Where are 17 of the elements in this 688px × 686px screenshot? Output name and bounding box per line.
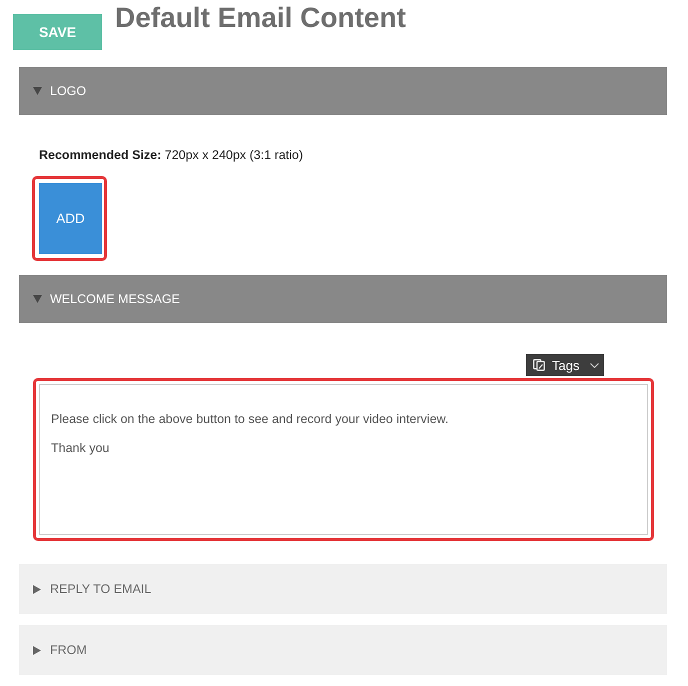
message-editor[interactable]: Please click on the above button to see and record your video interview. Thank you bbox=[39, 384, 648, 535]
caret-right-icon bbox=[33, 584, 41, 594]
section-header[interactable]: REPLY TO EMAIL bbox=[19, 564, 667, 614]
size-note: Recommended Size: 720px x 240px (3:1 ratio) bbox=[39, 147, 304, 163]
section-header[interactable]: FROM bbox=[19, 625, 667, 675]
section-header[interactable]: WELCOME MESSAGE bbox=[19, 275, 667, 323]
message-paragraph: Thank you bbox=[51, 440, 110, 456]
page-title: Default Email Content bbox=[115, 1, 406, 35]
caret-down-icon bbox=[33, 87, 42, 95]
chevron-down-icon bbox=[590, 362, 600, 368]
add-button[interactable]: ADD bbox=[39, 183, 102, 254]
caret-right-icon bbox=[33, 646, 41, 654]
pages-icon bbox=[533, 359, 545, 371]
message-paragraph: Please click on the above button to see and record your video interview. bbox=[51, 411, 450, 427]
tags-dropdown[interactable]: Tags bbox=[526, 354, 604, 376]
section-header[interactable]: LOGO bbox=[19, 67, 667, 115]
caret-down-icon bbox=[33, 295, 42, 303]
